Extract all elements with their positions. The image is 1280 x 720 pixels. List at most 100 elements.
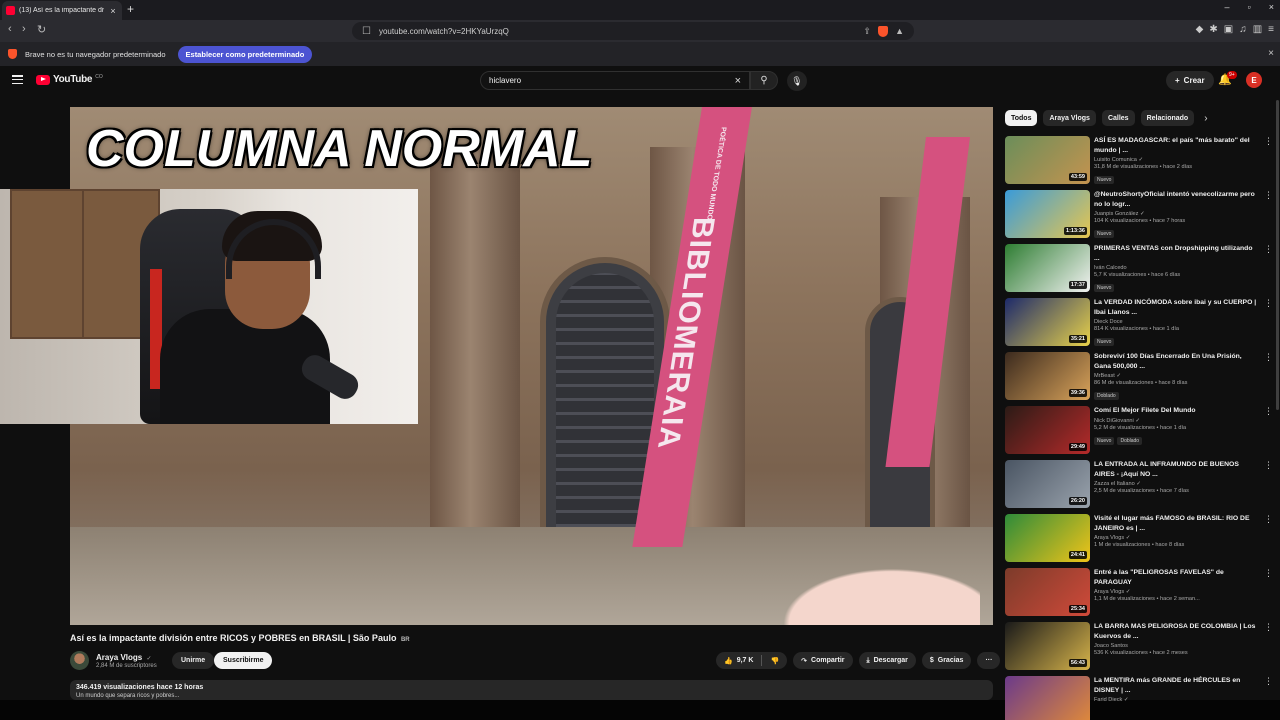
forward-icon[interactable]: ›	[22, 23, 26, 35]
url-text[interactable]: youtube.com/watch?v=2HKYaUrzqQ	[379, 27, 856, 36]
recommendation-title[interactable]: ASÍ ES MADAGASCAR: el país "más barato" …	[1094, 136, 1259, 155]
youtube-logo[interactable]: YouTube CO	[36, 74, 103, 85]
sidebar-icon[interactable]: ▥	[1253, 24, 1262, 35]
account-avatar[interactable]: E	[1246, 72, 1262, 88]
recommendation-item[interactable]: 1:13:36 @NeutroShortyOficial intentó ven…	[1005, 190, 1273, 240]
recommendation-channel[interactable]: Araya Vlogs ✓	[1094, 535, 1259, 541]
download-button[interactable]: ⤓ Descargar	[858, 652, 916, 669]
recommendation-title[interactable]: La VERDAD INCÓMODA sobre ibai y su CUERP…	[1094, 298, 1259, 317]
description-box[interactable]: 346.419 visualizaciones hace 12 horas Un…	[70, 680, 993, 700]
channel-avatar[interactable]	[70, 651, 89, 670]
recommendation-title[interactable]: Comí El Mejor Filete Del Mundo	[1094, 406, 1259, 416]
chip-relacionado[interactable]: Relacionado	[1140, 110, 1195, 126]
recommendation-thumbnail[interactable]: 17:37	[1005, 244, 1090, 292]
chip-todos[interactable]: Todos	[1005, 110, 1038, 126]
recommendation-item[interactable]: 39:36 Sobreviví 100 Días Encerrado En Un…	[1005, 352, 1273, 402]
more-options-icon[interactable]: ⋮	[1264, 244, 1273, 255]
voice-search-button[interactable]: 🎙	[787, 71, 807, 91]
recommendation-title[interactable]: Visité el lugar más FAMOSO de BRASIL: RI…	[1094, 514, 1259, 533]
recommendation-thumbnail[interactable]: 39:36	[1005, 352, 1090, 400]
more-options-icon[interactable]: ⋮	[1264, 136, 1273, 147]
recommendation-title[interactable]: LA ENTRADA AL INFRAMUNDO DE BUENOS AIRES…	[1094, 460, 1259, 479]
create-button[interactable]: + Crear	[1166, 71, 1214, 90]
reload-icon[interactable]: ↻	[37, 23, 46, 36]
like-icon[interactable]: 👍	[724, 657, 733, 665]
recommendation-title[interactable]: @NeutroShortyOficial intentó venecolizar…	[1094, 190, 1259, 209]
chevron-right-icon[interactable]: ›	[1204, 113, 1207, 124]
more-options-icon[interactable]: ⋮	[1264, 460, 1273, 471]
back-icon[interactable]: ‹	[8, 23, 12, 35]
recommendation-item[interactable]: 17:37 PRIMERAS VENTAS con Dropshipping u…	[1005, 244, 1273, 294]
recommendation-item[interactable]: 43:59 ASÍ ES MADAGASCAR: el país "más ba…	[1005, 136, 1273, 186]
recommendation-channel[interactable]: Nick DiGiovanni ✓	[1094, 418, 1259, 424]
recommendation-thumbnail[interactable]: 43:59	[1005, 136, 1090, 184]
channel-name-text[interactable]: Araya Vlogs	[96, 653, 142, 662]
brave-shield-icon[interactable]	[878, 25, 889, 37]
recommendation-title[interactable]: Entré a las "PELIGROSAS FAVELAS" de PARA…	[1094, 568, 1259, 587]
set-default-button[interactable]: Establecer como predeterminado	[177, 45, 313, 63]
recommendation-channel[interactable]: Joaco Santos	[1094, 643, 1259, 649]
recommendation-thumbnail[interactable]: 35:21	[1005, 298, 1090, 346]
search-button[interactable]: ⚲	[750, 71, 778, 90]
like-count[interactable]: 9,7 K	[737, 657, 754, 664]
recommendation-thumbnail[interactable]	[1005, 676, 1090, 720]
menu-icon[interactable]: ≡	[1268, 24, 1274, 35]
recommendation-thumbnail[interactable]: 29:49	[1005, 406, 1090, 454]
more-actions-button[interactable]: ···	[977, 652, 1001, 669]
channel-name[interactable]: Araya Vlogs ✓	[96, 653, 152, 662]
puzzle-icon[interactable]: ✱	[1209, 24, 1217, 35]
more-options-icon[interactable]: ⋮	[1264, 676, 1273, 687]
recommendation-item[interactable]: 35:21 La VERDAD INCÓMODA sobre ibai y su…	[1005, 298, 1273, 348]
maximize-icon[interactable]: ▫	[1248, 2, 1251, 12]
more-options-icon[interactable]: ⋮	[1264, 298, 1273, 309]
chip-araya-vlogs[interactable]: Araya Vlogs	[1043, 110, 1096, 126]
share-page-icon[interactable]: ⇪	[864, 26, 872, 37]
minimize-icon[interactable]: –	[1225, 2, 1230, 12]
recommendation-title[interactable]: La MENTIRA más GRANDE de HÉRCULES en DIS…	[1094, 676, 1259, 695]
recommendation-channel[interactable]: Juanpis González ✓	[1094, 211, 1259, 217]
more-options-icon[interactable]: ⋮	[1264, 568, 1273, 579]
tab-close-icon[interactable]: ×	[108, 6, 118, 16]
more-options-icon[interactable]: ⋮	[1264, 514, 1273, 525]
recommendation-title[interactable]: PRIMERAS VENTAS con Dropshipping utiliza…	[1094, 244, 1259, 263]
more-options-icon[interactable]: ⋮	[1264, 406, 1273, 417]
recommendation-item[interactable]: 25:34 Entré a las "PELIGROSAS FAVELAS" d…	[1005, 568, 1273, 618]
recommendation-thumbnail[interactable]: 1:13:36	[1005, 190, 1090, 238]
page-scrollbar[interactable]	[1276, 100, 1279, 410]
recommendation-item[interactable]: 26:20 LA ENTRADA AL INFRAMUNDO DE BUENOS…	[1005, 460, 1273, 510]
rewards-icon[interactable]: ▲	[895, 26, 904, 36]
browser-tab[interactable]: (13) Así es la impactante divisi ×	[2, 1, 122, 20]
recommendation-item[interactable]: 29:49 Comí El Mejor Filete Del Mundo Nic…	[1005, 406, 1273, 456]
recommendation-channel[interactable]: Zazza el Italiano ✓	[1094, 481, 1259, 487]
recommendation-thumbnail[interactable]: 26:20	[1005, 460, 1090, 508]
recommendation-thumbnail[interactable]: 24:41	[1005, 514, 1090, 562]
search-input[interactable]: hiclavero	[489, 76, 735, 85]
recommendation-thumbnail[interactable]: 25:34	[1005, 568, 1090, 616]
close-window-icon[interactable]: ×	[1269, 2, 1274, 12]
recommendation-channel[interactable]: MrBeast ✓	[1094, 373, 1259, 379]
music-icon[interactable]: ♫	[1239, 24, 1247, 35]
share-button[interactable]: ↷ Compartir	[793, 652, 853, 669]
recommendation-channel[interactable]: Luisito Comunica ✓	[1094, 157, 1259, 163]
recommendation-item[interactable]: 24:41 Visité el lugar más FAMOSO de BRAS…	[1005, 514, 1273, 564]
more-options-icon[interactable]: ⋮	[1264, 352, 1273, 363]
recommendation-thumbnail[interactable]: 56:43	[1005, 622, 1090, 670]
wallet-icon[interactable]: ▣	[1224, 24, 1233, 35]
clear-search-icon[interactable]: ×	[735, 75, 741, 87]
hamburger-menu-icon[interactable]	[12, 75, 23, 84]
infobar-close-icon[interactable]: ×	[1268, 48, 1274, 59]
recommendation-channel[interactable]: Araya Vlogs ✓	[1094, 589, 1259, 595]
more-options-icon[interactable]: ⋮	[1264, 622, 1273, 633]
recommendation-channel[interactable]: Dieck Doce	[1094, 319, 1259, 325]
address-bar[interactable]: ☐ youtube.com/watch?v=2HKYaUrzqQ ⇪ ▲	[352, 22, 914, 40]
recommendation-title[interactable]: LA BARRA MAS PELIGROSA DE COLOMBIA | Los…	[1094, 622, 1259, 641]
extension-icon[interactable]: ◆	[1196, 24, 1204, 35]
recommendation-item[interactable]: 56:43 LA BARRA MAS PELIGROSA DE COLOMBIA…	[1005, 622, 1273, 672]
search-box[interactable]: hiclavero ×	[480, 71, 750, 90]
recommendation-title[interactable]: Sobreviví 100 Días Encerrado En Una Pris…	[1094, 352, 1259, 371]
recommendation-item[interactable]: La MENTIRA más GRANDE de HÉRCULES en DIS…	[1005, 676, 1273, 720]
join-button[interactable]: Unirme	[172, 652, 215, 669]
bookmark-icon[interactable]: ☐	[362, 26, 371, 37]
more-options-icon[interactable]: ⋮	[1264, 190, 1273, 201]
recommendation-channel[interactable]: Farid Dieck ✓	[1094, 697, 1259, 703]
